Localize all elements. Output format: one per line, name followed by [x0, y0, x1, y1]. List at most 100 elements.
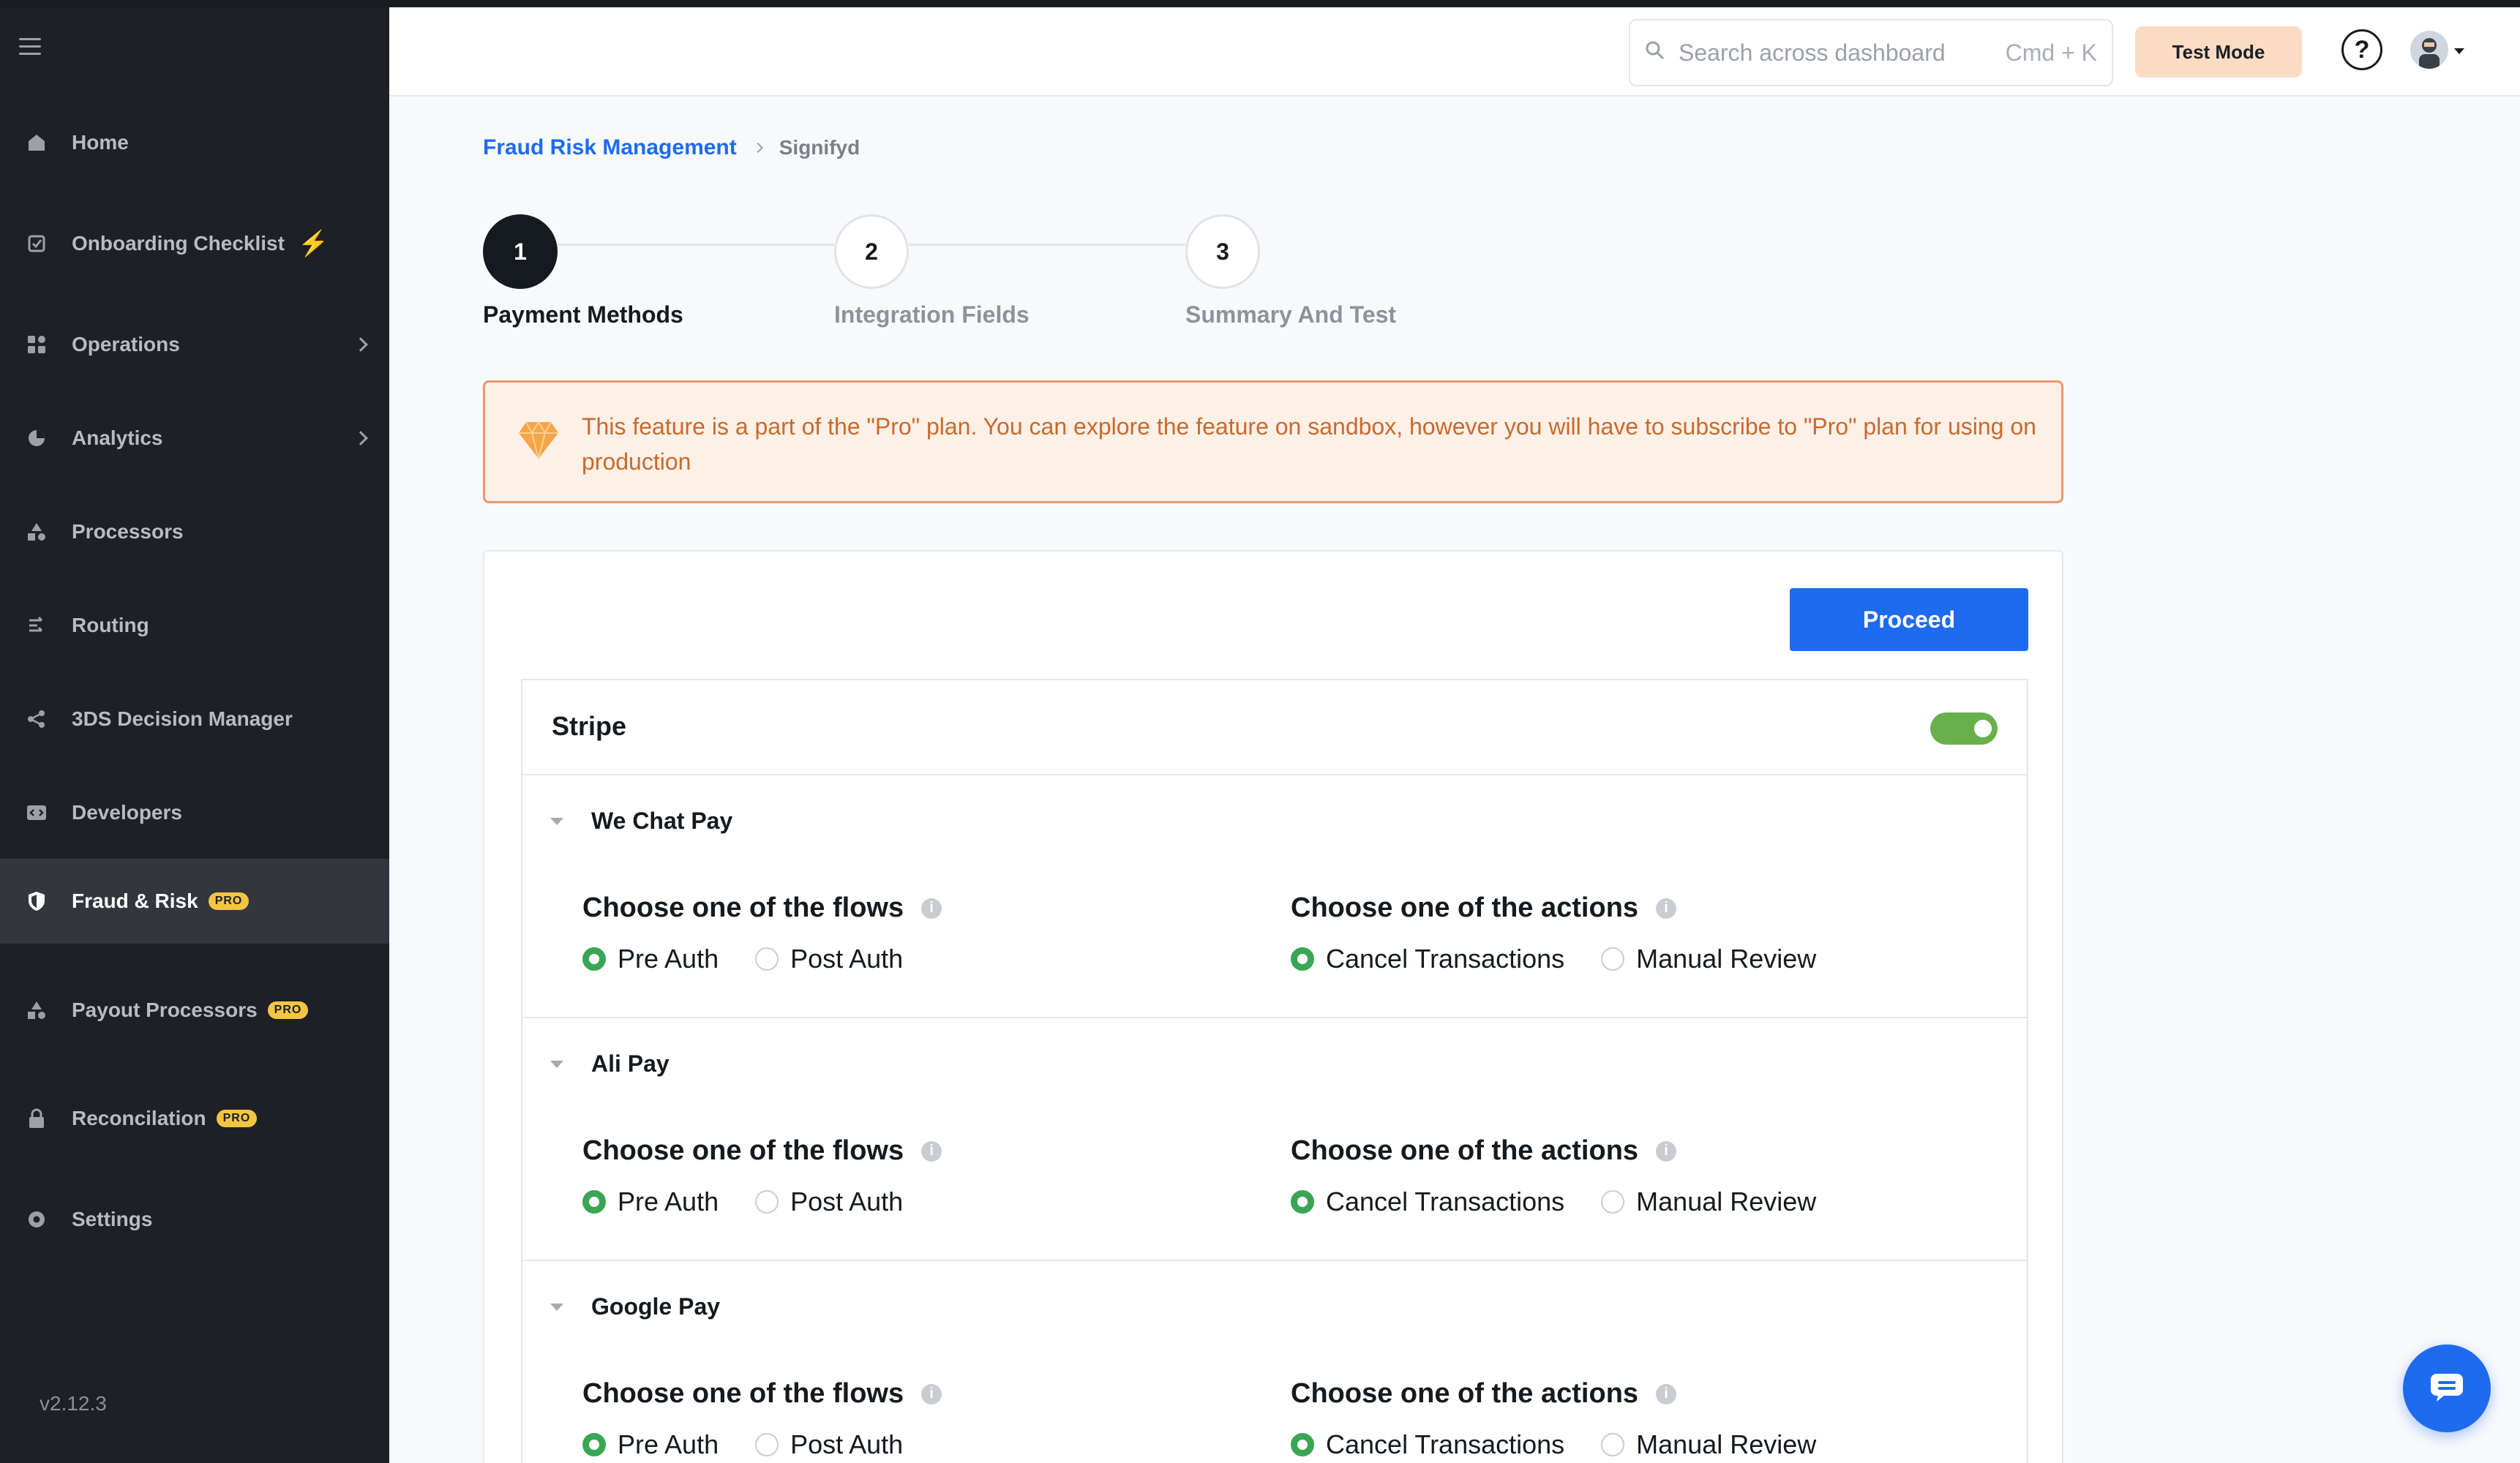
radio-unselected-icon	[1601, 1190, 1625, 1214]
test-mode-button[interactable]: Test Mode	[2135, 26, 2302, 78]
step-1-label: Payment Methods	[483, 301, 683, 328]
radio-manual-review[interactable]: Manual Review	[1601, 1429, 1816, 1460]
analytics-icon	[26, 428, 47, 448]
actions-title-text: Choose one of the actions	[1291, 1378, 1639, 1409]
operations-icon	[26, 334, 47, 355]
sidebar-item-fraud-risk[interactable]: Fraud & Risk PRO	[0, 859, 389, 944]
radio-post-auth[interactable]: Post Auth	[755, 1186, 903, 1217]
processors-icon	[26, 522, 47, 542]
radio-label: Cancel Transactions	[1326, 1429, 1565, 1459]
radio-cancel-transactions[interactable]: Cancel Transactions	[1291, 1429, 1564, 1460]
gear-icon	[26, 1209, 47, 1230]
chevron-right-icon	[353, 431, 368, 445]
routing-icon	[26, 615, 47, 636]
processor-header: Stripe	[522, 680, 2027, 775]
sidebar-item-label: Home	[72, 131, 129, 154]
proceed-button[interactable]: Proceed	[1790, 588, 2028, 651]
sidebar-item-label: Routing	[72, 614, 149, 636]
payout-icon	[26, 1000, 47, 1020]
step-2-circle: 2	[834, 214, 909, 289]
avatar[interactable]	[2410, 31, 2448, 69]
radio-label: Cancel Transactions	[1326, 944, 1565, 974]
radio-post-auth[interactable]: Post Auth	[755, 1429, 903, 1460]
sidebar-item-3ds-decision-manager[interactable]: 3DS Decision Manager	[0, 679, 389, 759]
chevron-down-icon[interactable]	[550, 1061, 563, 1068]
radio-pre-auth[interactable]: Pre Auth	[582, 1186, 719, 1217]
sidebar-item-routing[interactable]: Routing	[0, 585, 389, 666]
radio-label: Post Auth	[790, 1429, 904, 1459]
actions-title-text: Choose one of the actions	[1291, 892, 1639, 923]
sidebar-item-label: 3DS Decision Manager	[72, 707, 293, 730]
radio-unselected-icon	[1601, 947, 1625, 971]
chevron-right-icon	[752, 142, 763, 154]
chat-icon	[2429, 1372, 2464, 1405]
sidebar-item-payout-processors[interactable]: Payout Processors PRO	[0, 970, 389, 1050]
step-3-label: Summary And Test	[1185, 301, 1397, 328]
radio-selected-icon	[1291, 1433, 1314, 1456]
info-icon[interactable]: i	[921, 898, 942, 919]
radio-cancel-transactions[interactable]: Cancel Transactions	[1291, 1186, 1564, 1217]
radio-manual-review[interactable]: Manual Review	[1601, 1186, 1816, 1217]
chat-support-button[interactable]	[2403, 1344, 2491, 1432]
window-top-strip	[0, 0, 2520, 7]
payment-method-name: Ali Pay	[591, 1050, 670, 1077]
radio-unselected-icon	[1601, 1433, 1625, 1456]
shield-icon	[26, 891, 47, 911]
sidebar-item-developers[interactable]: Developers	[0, 772, 389, 853]
radio-label: Cancel Transactions	[1326, 1186, 1565, 1216]
processor-name: Stripe	[552, 711, 627, 741]
sidebar-item-label: Reconcilation	[72, 1107, 206, 1129]
radio-selected-icon	[582, 947, 606, 971]
payment-methods-card: Proceed Stripe We Chat Pay Choose one of…	[483, 550, 2063, 1463]
flows-title: Choose one of the flows i	[582, 1135, 942, 1167]
sidebar-item-home[interactable]: Home	[0, 102, 389, 183]
actions-title: Choose one of the actions i	[1291, 1135, 1677, 1167]
info-icon[interactable]: i	[1656, 898, 1677, 919]
breadcrumb-link-fraud-risk-management[interactable]: Fraud Risk Management	[483, 135, 737, 160]
chevron-right-icon	[353, 337, 368, 352]
sidebar-item-onboarding-checklist[interactable]: Onboarding Checklist ⚡	[0, 203, 389, 284]
sidebar-item-reconcilation[interactable]: Reconcilation PRO	[0, 1078, 389, 1159]
sidebar-item-processors[interactable]: Processors	[0, 492, 389, 572]
home-icon	[26, 132, 47, 153]
radio-label: Post Auth	[790, 1186, 904, 1216]
flow-radio-group: Pre Auth Post Auth	[582, 944, 940, 974]
sidebar-item-label: Processors	[72, 520, 184, 543]
pro-badge: PRO	[267, 1001, 309, 1019]
avatar-dropdown-icon[interactable]	[2454, 48, 2464, 54]
radio-label: Pre Auth	[618, 1186, 719, 1216]
checklist-icon	[26, 233, 47, 254]
flows-title-text: Choose one of the flows	[582, 1378, 904, 1409]
info-icon[interactable]: i	[921, 1383, 942, 1404]
info-icon[interactable]: i	[1656, 1383, 1677, 1404]
radio-manual-review[interactable]: Manual Review	[1601, 944, 1816, 974]
hamburger-menu-icon[interactable]	[19, 38, 41, 56]
radio-pre-auth[interactable]: Pre Auth	[582, 1429, 719, 1460]
chevron-down-icon[interactable]	[550, 818, 563, 825]
help-icon[interactable]: ?	[2341, 29, 2382, 70]
sidebar-item-operations[interactable]: Operations	[0, 304, 389, 385]
radio-label: Post Auth	[790, 944, 904, 974]
breadcrumb-current: Signifyd	[779, 136, 860, 159]
chevron-down-icon[interactable]	[550, 1304, 563, 1311]
radio-pre-auth[interactable]: Pre Auth	[582, 944, 719, 974]
sidebar-item-settings[interactable]: Settings	[0, 1179, 389, 1260]
sidebar-item-label: Onboarding Checklist	[72, 232, 285, 255]
sidebar-item-analytics[interactable]: Analytics	[0, 398, 389, 478]
info-icon[interactable]: i	[1656, 1140, 1677, 1162]
share-icon	[26, 709, 47, 729]
payment-method-name: We Chat Pay	[591, 808, 733, 834]
radio-selected-icon	[582, 1190, 606, 1214]
radio-post-auth[interactable]: Post Auth	[755, 944, 903, 974]
pro-badge: PRO	[216, 1110, 258, 1127]
developers-icon	[26, 802, 47, 823]
pro-badge: PRO	[208, 892, 250, 910]
step-connector	[909, 244, 1185, 246]
actions-title-text: Choose one of the actions	[1291, 1135, 1639, 1166]
radio-cancel-transactions[interactable]: Cancel Transactions	[1291, 944, 1564, 974]
search-input[interactable]: Search across dashboard Cmd + K	[1629, 19, 2113, 86]
search-shortcut: Cmd + K	[2005, 39, 2097, 66]
processor-enable-toggle[interactable]	[1930, 712, 1998, 745]
sidebar-item-label: Settings	[72, 1208, 153, 1230]
info-icon[interactable]: i	[921, 1140, 942, 1162]
